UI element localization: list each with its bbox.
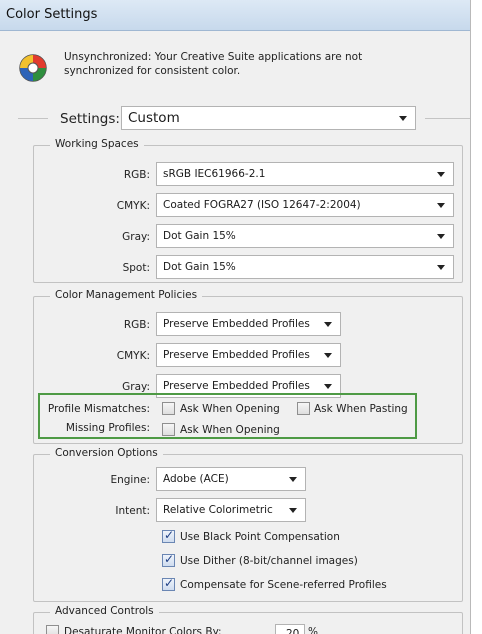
conversion-title: Conversion Options [50, 447, 163, 459]
gray-policy-label: Gray: [122, 381, 150, 393]
chevron-down-icon [437, 234, 445, 239]
cmyk-policy-label: CMYK: [116, 350, 150, 362]
chevron-down-icon [324, 384, 332, 389]
chevron-down-icon [289, 477, 297, 482]
rgb-policy-dropdown[interactable]: Preserve Embedded Profiles [156, 312, 341, 336]
spot-working-dropdown[interactable]: Dot Gain 15% [156, 255, 454, 279]
sync-message-line-2: synchronized for consistent color. [64, 65, 241, 77]
ask-when-pasting-checkbox[interactable] [297, 402, 310, 415]
intent-label: Intent: [115, 505, 150, 517]
engine-dropdown[interactable]: Adobe (ACE) [156, 467, 306, 491]
scene-referred-checkbox[interactable]: ✓ [162, 576, 175, 591]
cmyk-policy-dropdown[interactable]: Preserve Embedded Profiles [156, 343, 341, 367]
black-point-compensation-label: Use Black Point Compensation [180, 531, 340, 543]
chevron-down-icon [324, 353, 332, 358]
ask-when-opening-label: Ask When Opening [180, 403, 280, 415]
intent-value: Relative Colorimetric [163, 504, 273, 516]
desaturate-checkbox[interactable] [46, 625, 59, 634]
scene-referred-label: Compensate for Scene-referred Profiles [180, 579, 387, 591]
missing-profiles-label: Missing Profiles: [65, 422, 150, 434]
spot-working-label: Spot: [122, 262, 150, 274]
missing-ask-when-opening-label: Ask When Opening [180, 424, 280, 436]
desaturate-value: 20 [286, 628, 300, 634]
policies-title: Color Management Policies [50, 289, 203, 301]
chevron-down-icon [399, 116, 407, 121]
cmyk-working-label: CMYK: [116, 200, 150, 212]
desaturate-label: Desaturate Monitor Colors By: [64, 626, 222, 634]
separator-right [425, 118, 470, 119]
color-settings-dialog: Color Settings Unsynchronized: Your Crea… [0, 0, 471, 634]
settings-label: Settings: [60, 111, 120, 127]
cmyk-policy-value: Preserve Embedded Profiles [163, 349, 310, 361]
use-dither-checkbox[interactable]: ✓ [162, 552, 175, 567]
working-spaces-title: Working Spaces [50, 138, 144, 150]
settings-dropdown[interactable]: Custom [121, 106, 416, 130]
color-wheel-icon [19, 54, 47, 82]
separator-left [18, 118, 48, 119]
desaturate-unit: % [308, 626, 318, 634]
rgb-policy-label: RGB: [123, 319, 150, 331]
checkmark-icon: ✓ [164, 552, 175, 566]
chevron-down-icon [437, 172, 445, 177]
sync-status-message: Unsynchronized: Your Creative Suite appl… [64, 50, 362, 78]
chevron-down-icon [324, 322, 332, 327]
cmyk-working-value: Coated FOGRA27 (ISO 12647-2:2004) [163, 199, 361, 211]
engine-label: Engine: [110, 474, 150, 486]
chevron-down-icon [437, 265, 445, 270]
gray-policy-value: Preserve Embedded Profiles [163, 380, 310, 392]
use-dither-label: Use Dither (8-bit/channel images) [180, 555, 358, 567]
engine-value: Adobe (ACE) [163, 473, 229, 485]
ask-when-pasting-label: Ask When Pasting [314, 403, 408, 415]
checkmark-icon: ✓ [164, 528, 175, 542]
settings-value: Custom [128, 110, 180, 126]
chevron-down-icon [289, 508, 297, 513]
cmyk-working-dropdown[interactable]: Coated FOGRA27 (ISO 12647-2:2004) [156, 193, 454, 217]
black-point-compensation-checkbox[interactable]: ✓ [162, 528, 175, 543]
sync-message-line-1: Unsynchronized: Your Creative Suite appl… [64, 51, 363, 63]
desaturate-input[interactable]: 20 [275, 624, 305, 634]
intent-dropdown[interactable]: Relative Colorimetric [156, 498, 306, 522]
gray-working-value: Dot Gain 15% [163, 230, 236, 242]
chevron-down-icon [437, 203, 445, 208]
gray-working-label: Gray: [122, 231, 150, 243]
rgb-working-label: RGB: [123, 169, 150, 181]
checkmark-icon: ✓ [164, 576, 175, 590]
rgb-working-dropdown[interactable]: sRGB IEC61966-2.1 [156, 162, 454, 186]
profile-mismatches-label: Profile Mismatches: [47, 403, 150, 415]
window-title: Color Settings [6, 7, 98, 22]
ask-when-opening-checkbox[interactable] [162, 402, 175, 415]
missing-ask-when-opening-checkbox[interactable] [162, 423, 175, 436]
rgb-working-value: sRGB IEC61966-2.1 [163, 168, 266, 180]
spot-working-value: Dot Gain 15% [163, 261, 236, 273]
rgb-policy-value: Preserve Embedded Profiles [163, 318, 310, 330]
title-bar: Color Settings [0, 0, 470, 31]
advanced-title: Advanced Controls [50, 605, 159, 617]
gray-working-dropdown[interactable]: Dot Gain 15% [156, 224, 454, 248]
